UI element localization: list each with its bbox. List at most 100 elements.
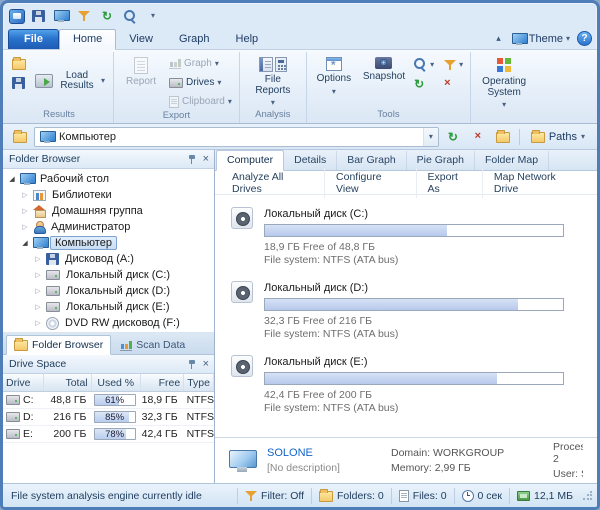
expand-icon[interactable]: ▷ <box>33 303 43 311</box>
qat-customize-button[interactable]: ▾ <box>143 7 163 25</box>
snapshot-button[interactable]: Snapshot <box>359 53 409 109</box>
tree-item[interactable]: ▷Локальный диск (D:) <box>3 283 214 299</box>
tab-graph[interactable]: Graph <box>166 30 223 49</box>
report-button[interactable]: Report <box>118 53 164 110</box>
close-icon[interactable]: × <box>203 359 209 370</box>
export-as-link[interactable]: Export As <box>417 168 483 198</box>
drive-space-row[interactable]: E:200 ГБ78%42,4 ГБNTFS <box>3 426 214 443</box>
floppy-icon <box>46 253 59 265</box>
operating-system-button[interactable]: Operating System ▾ <box>475 53 533 110</box>
tool-filter-button[interactable]: ▾ <box>441 56 466 73</box>
qat-save-button[interactable] <box>28 7 48 25</box>
report-label: Report <box>126 77 156 88</box>
group-label-tools: Tools <box>311 109 466 122</box>
export-graph-button[interactable]: Graph▾ <box>166 55 235 72</box>
chevron-down-icon: ▾ <box>101 77 105 85</box>
expand-icon[interactable]: ▷ <box>33 255 43 263</box>
open-results-button[interactable] <box>9 55 29 72</box>
tree-item[interactable]: ◢ Рабочий стол <box>3 171 214 187</box>
options-button[interactable]: Options ▾ <box>311 53 357 109</box>
qat-refresh-button[interactable]: ↻ <box>97 7 117 25</box>
column-header-drive[interactable]: Drive <box>3 374 44 391</box>
tree-item[interactable]: ▷Локальный диск (C:) <box>3 267 214 283</box>
drive-space-row[interactable]: D:216 ГБ85%32,3 ГБNTFS <box>3 409 214 426</box>
tree-item[interactable]: ▷DVD RW дисковод (F:) <box>3 315 214 331</box>
tool-refresh-button[interactable]: ↻ <box>411 75 437 92</box>
refresh-button[interactable]: ↻ <box>442 127 464 147</box>
column-header-total[interactable]: Total <box>44 374 91 391</box>
computer-name[interactable]: SOLONE <box>267 447 379 459</box>
tab-file[interactable]: File <box>8 29 59 49</box>
drive-space-row[interactable]: C:48,8 ГБ61%18,9 ГБNTFS <box>3 392 214 409</box>
clock-icon <box>462 490 474 502</box>
save-results-button[interactable] <box>9 74 29 91</box>
tab-folder-browser[interactable]: Folder Browser <box>6 335 111 355</box>
analyze-all-drives-link[interactable]: Analyze All Drives <box>221 168 325 198</box>
drive-free-space: 42,4 ГБ Free of 200 ГБ <box>264 389 564 402</box>
tree-item[interactable]: ▷Дисковод (A:) <box>3 251 214 267</box>
expand-icon[interactable]: ▷ <box>20 207 30 215</box>
drive-item[interactable]: Локальный диск (D:)32,3 ГБ Free of 216 Г… <box>231 281 597 341</box>
tree-item[interactable]: ▷Библиотеки <box>3 187 214 203</box>
folders-count-label: Folders: 0 <box>337 490 384 502</box>
stop-button[interactable]: × <box>467 127 489 147</box>
expand-icon[interactable]: ▷ <box>20 191 30 199</box>
column-header-used[interactable]: Used % <box>92 374 141 391</box>
resize-grip[interactable] <box>582 490 593 501</box>
file-reports-button[interactable]: File Reports ▾ <box>244 53 302 109</box>
pin-icon[interactable] <box>188 154 197 165</box>
tab-view[interactable]: View <box>116 30 166 49</box>
ribbon-group-export: Report Graph▾ Drives▾ Clipboard▾ Export <box>113 52 239 123</box>
expand-icon[interactable]: ◢ <box>7 175 17 183</box>
theme-button[interactable]: Theme ▾ <box>512 33 570 45</box>
close-icon[interactable]: × <box>203 154 209 165</box>
load-results-button[interactable]: Load Results ▾ <box>31 53 109 109</box>
qat-computer-button[interactable] <box>51 7 71 25</box>
tool-delete-button[interactable]: × <box>441 75 466 92</box>
computer-domain: Domain: WORKGROUP <box>391 447 541 459</box>
export-clipboard-button[interactable]: Clipboard▾ <box>166 93 235 110</box>
computer-icon <box>54 10 68 22</box>
drive-item[interactable]: Локальный диск (E:)42,4 ГБ Free of 200 Г… <box>231 355 597 415</box>
combo-dropdown-button[interactable]: ▾ <box>423 128 438 146</box>
tree-item[interactable]: ▷Домашняя группа <box>3 203 214 219</box>
tree-item[interactable]: ◢Компьютер <box>3 235 214 251</box>
graph-icon <box>169 58 181 69</box>
map-network-drive-link[interactable]: Map Network Drive <box>483 168 591 198</box>
column-header-free[interactable]: Free <box>141 374 184 391</box>
expand-icon[interactable]: ▷ <box>20 223 30 231</box>
tab-scan-data[interactable]: Scan Data <box>113 337 192 354</box>
hdd-icon <box>46 270 60 280</box>
computer-processors: Processors: 2 <box>553 441 583 465</box>
location-combobox[interactable]: Компьютер ▾ <box>34 127 439 147</box>
column-header-type[interactable]: Type <box>184 374 214 391</box>
desktop-icon <box>20 173 34 185</box>
tool-search-button[interactable]: ▾ <box>411 56 437 73</box>
tree-item[interactable]: ▷Локальный диск (E:) <box>3 299 214 315</box>
tab-help[interactable]: Help <box>223 30 272 49</box>
qat-search-button[interactable] <box>120 7 140 25</box>
ribbon-collapse-button[interactable]: ▴ <box>492 32 505 45</box>
qat-filter-button[interactable] <box>74 7 94 25</box>
pin-icon[interactable] <box>188 359 197 370</box>
app-icon[interactable] <box>9 9 25 24</box>
expand-icon[interactable]: ▷ <box>33 271 43 279</box>
save-icon <box>32 10 45 22</box>
tree-item[interactable]: ▷Администратор <box>3 219 214 235</box>
export-drives-button[interactable]: Drives▾ <box>166 74 235 91</box>
browse-button[interactable] <box>492 127 514 147</box>
expand-icon[interactable]: ▷ <box>33 287 43 295</box>
expand-icon[interactable]: ▷ <box>33 319 43 327</box>
drive-item[interactable]: Локальный диск (C:)18,9 ГБ Free of 48,8 … <box>231 207 597 267</box>
chevron-down-icon: ▾ <box>151 12 155 20</box>
tab-home[interactable]: Home <box>59 29 116 50</box>
status-filter[interactable]: Filter: Off <box>237 488 311 504</box>
tree-item-label: Рабочий стол <box>37 173 112 185</box>
theme-label: Theme <box>529 33 563 45</box>
folder-up-button[interactable] <box>9 127 31 147</box>
help-button[interactable]: ? <box>577 31 592 46</box>
expand-icon[interactable]: ◢ <box>20 239 30 247</box>
paths-button[interactable]: Paths ▾ <box>525 128 591 145</box>
configure-view-link[interactable]: Configure View <box>325 168 416 198</box>
file-reports-label: File Reports <box>248 75 298 96</box>
